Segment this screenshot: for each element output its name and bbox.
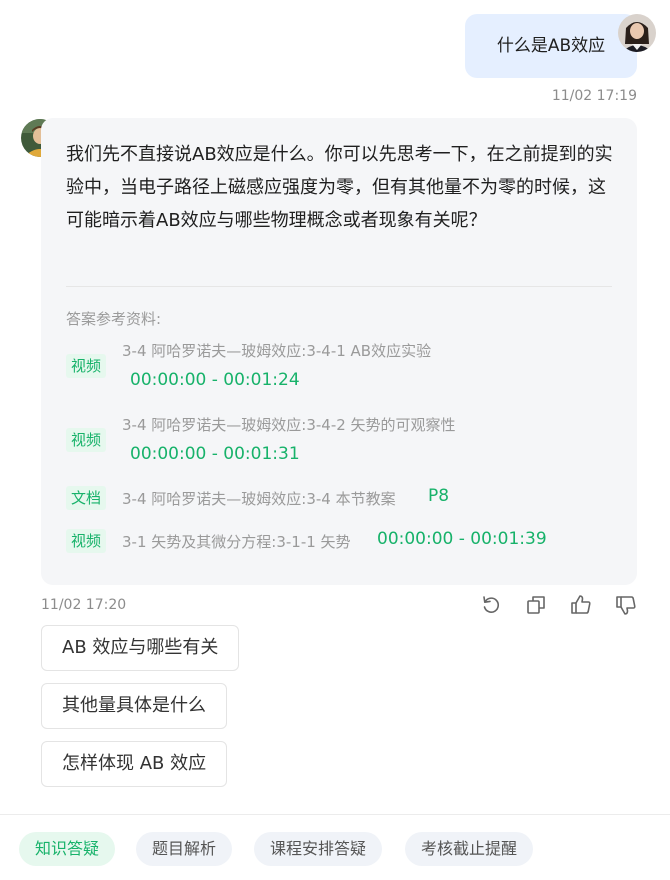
footer-divider	[0, 814, 670, 815]
suggestion-button[interactable]: 其他量具体是什么	[41, 683, 227, 729]
thumbs-down-icon[interactable]	[615, 594, 637, 616]
tab-course-schedule-qa[interactable]: 课程安排答疑	[254, 832, 383, 866]
copy-icon[interactable]	[525, 594, 547, 616]
reference-time-link[interactable]: 00:00:00 - 00:01:24	[130, 370, 300, 390]
tab-problem-analysis[interactable]: 题目解析	[136, 832, 233, 866]
reference-tag: 视频	[66, 428, 107, 452]
divider	[66, 286, 612, 287]
user-avatar	[618, 14, 656, 52]
bot-message-text: 我们先不直接说AB效应是什么。你可以先思考一下，在之前提到的实验中，当电子路径上…	[66, 144, 613, 231]
reference-name[interactable]: 3-1 矢势及其微分方程:3-1-1 矢势	[122, 531, 351, 552]
reference-name[interactable]: 3-4 阿哈罗诺夫—玻姆效应:3-4 本节教案	[122, 488, 396, 509]
references-title: 答案参考资料:	[66, 310, 162, 328]
tab-knowledge-qa[interactable]: 知识答疑	[19, 832, 116, 866]
reference-name[interactable]: 3-4 阿哈罗诺夫—玻姆效应:3-4-1 AB效应实验	[122, 340, 431, 361]
bot-message-time: 11/02 17:20	[41, 597, 127, 613]
reference-tag: 视频	[66, 354, 107, 378]
suggestion-button[interactable]: AB 效应与哪些有关	[41, 625, 240, 671]
user-message-bubble: 什么是AB效应	[465, 14, 637, 78]
reference-tag: 文档	[66, 486, 107, 510]
user-message-text: 什么是AB效应	[496, 36, 606, 56]
refresh-icon[interactable]	[480, 594, 502, 616]
user-message-time: 11/02 17:19	[551, 88, 637, 104]
reference-page-link[interactable]: P8	[428, 486, 449, 506]
reference-time-link[interactable]: 00:00:00 - 00:01:31	[130, 444, 300, 464]
reference-time-link[interactable]: 00:00:00 - 00:01:39	[377, 529, 547, 549]
tab-deadline-reminder[interactable]: 考核截止提醒	[405, 832, 534, 866]
thumbs-up-icon[interactable]	[570, 594, 592, 616]
suggestion-button[interactable]: 怎样体现 AB 效应	[41, 741, 228, 787]
bot-message-bubble: 我们先不直接说AB效应是什么。你可以先思考一下，在之前提到的实验中，当电子路径上…	[41, 118, 637, 585]
reference-name[interactable]: 3-4 阿哈罗诺夫—玻姆效应:3-4-2 矢势的可观察性	[122, 414, 456, 435]
reference-tag: 视频	[66, 529, 107, 553]
